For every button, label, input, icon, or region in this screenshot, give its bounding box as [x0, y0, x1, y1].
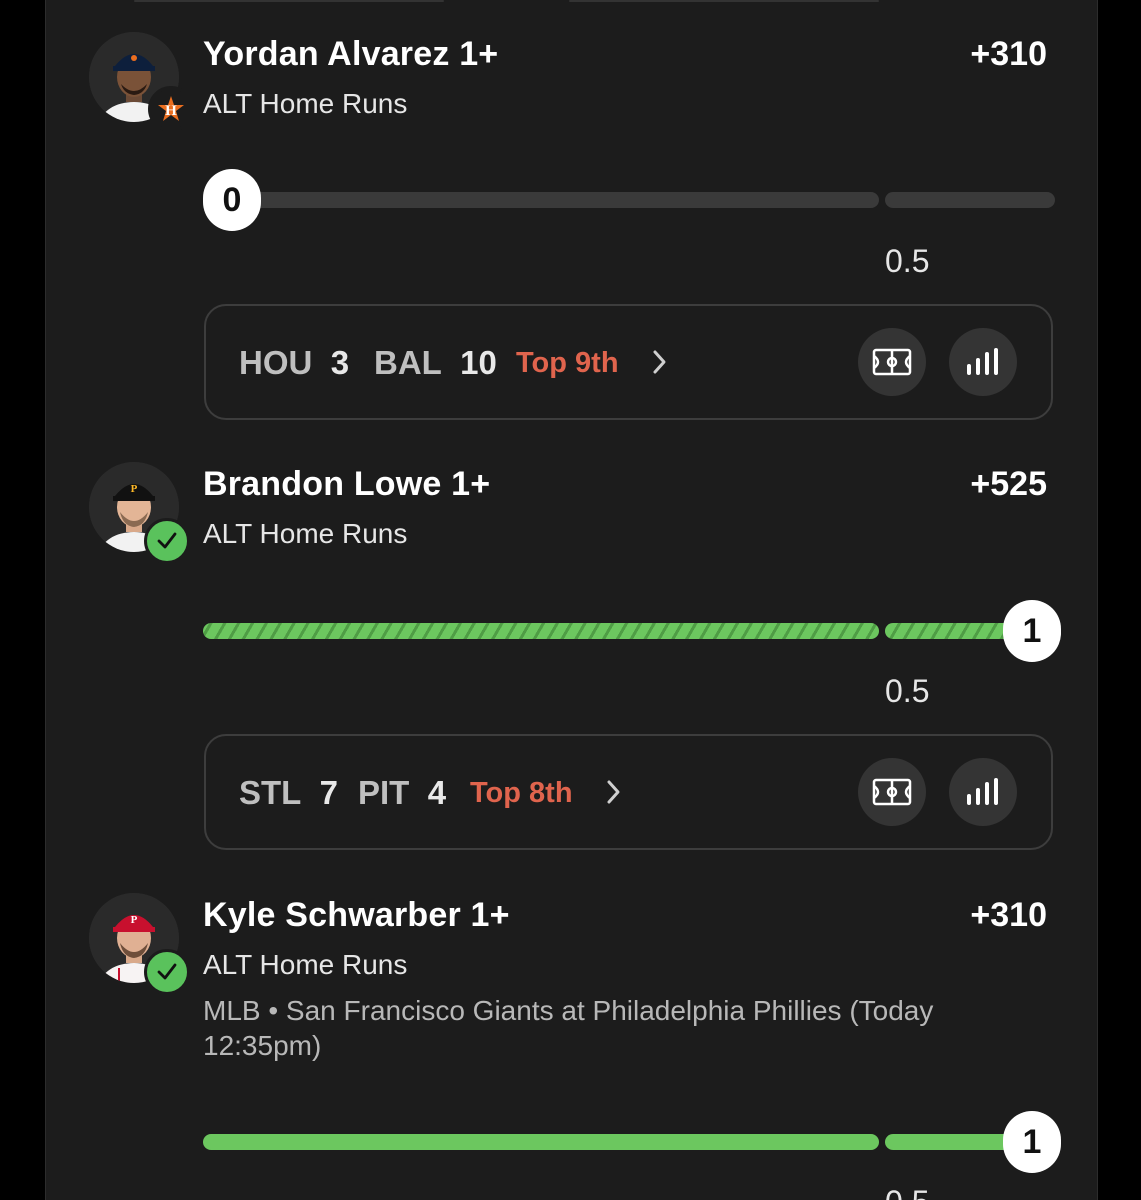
line-label: 0.5	[885, 243, 930, 279]
game-info: MLB • San Francisco Giants at Philadelph…	[203, 995, 934, 1061]
baseball-field-icon	[872, 348, 912, 376]
svg-text:H: H	[165, 103, 177, 119]
live-score-box[interactable]: HOU 3 BAL 10 Top 9th	[204, 304, 1053, 420]
progress-track	[203, 192, 879, 208]
away-team: STL 7	[239, 774, 339, 811]
home-team: BAL 10	[374, 344, 497, 381]
inning-status: Top 9th	[516, 347, 619, 379]
parlay-legs-panel: H Yordan Alvarez 1+ +310 ALT Home Runs 0…	[45, 0, 1098, 1200]
progress-value-knob: 1	[1003, 1111, 1061, 1173]
progress-track-over	[885, 192, 1055, 208]
stats-button[interactable]	[949, 328, 1017, 396]
svg-text:P: P	[131, 914, 138, 926]
baseball-field-button[interactable]	[858, 758, 926, 826]
chevron-right-icon[interactable]	[605, 776, 623, 813]
live-score-box[interactable]: STL 7 PIT 4 Top 8th	[204, 734, 1053, 850]
market-label: ALT Home Runs	[203, 88, 408, 119]
progress-track	[203, 623, 879, 639]
stats-button[interactable]	[949, 758, 1017, 826]
market-label: ALT Home Runs	[203, 949, 408, 980]
odds: +525	[970, 465, 1047, 503]
home-team: PIT 4	[358, 774, 447, 811]
line-label: 0.5	[885, 673, 930, 709]
away-score: 7	[319, 774, 339, 811]
market-label: ALT Home Runs	[203, 518, 408, 549]
line-label: 0.5	[885, 1184, 929, 1200]
chevron-right-icon[interactable]	[651, 346, 669, 383]
baseball-field-icon	[872, 778, 912, 806]
odds: +310	[970, 896, 1047, 934]
progress-value-knob: 1	[1003, 600, 1061, 662]
progress-value-knob: 0	[203, 169, 261, 231]
check-icon	[144, 949, 190, 995]
away-team: HOU 3	[239, 344, 350, 381]
progress-track	[203, 1134, 879, 1150]
home-score: 10	[460, 344, 497, 381]
bar-chart-icon	[967, 348, 998, 375]
divider	[569, 0, 879, 2]
inning-status: Top 8th	[470, 777, 573, 809]
player-name: Yordan Alvarez 1+	[203, 35, 499, 73]
bar-chart-icon	[967, 778, 998, 805]
home-score: 4	[427, 774, 447, 811]
away-score: 3	[330, 344, 350, 381]
baseball-field-button[interactable]	[858, 328, 926, 396]
astros-logo-icon: H	[148, 86, 194, 132]
player-name: Brandon Lowe 1+	[203, 465, 491, 503]
divider	[134, 0, 444, 2]
player-name: Kyle Schwarber 1+	[203, 896, 510, 934]
svg-text:P: P	[131, 483, 138, 495]
check-icon	[144, 518, 190, 564]
odds: +310	[970, 35, 1047, 73]
